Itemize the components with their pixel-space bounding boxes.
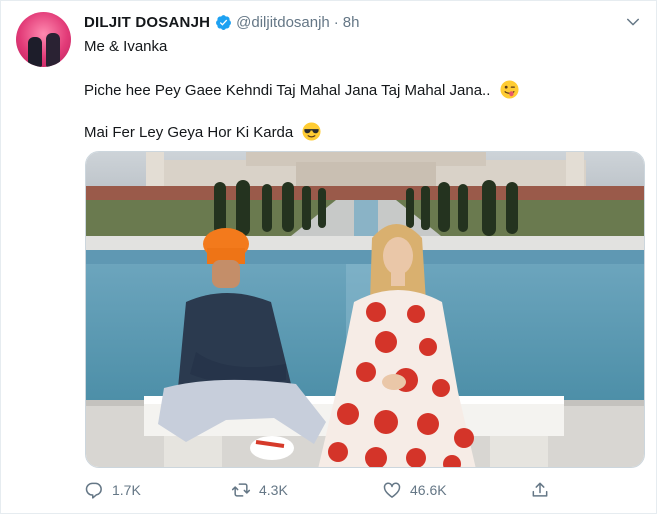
heart-icon	[383, 482, 401, 498]
author-handle[interactable]: @diljitdosanjh	[236, 14, 330, 31]
avatar-figure-right	[45, 33, 60, 67]
verified-badge-icon	[216, 15, 232, 30]
chevron-down-icon[interactable]	[624, 13, 642, 31]
winking-tongue-emoji	[500, 80, 519, 99]
reply-count: 1.7K	[112, 482, 141, 498]
tweet-photo[interactable]	[85, 151, 645, 468]
tweet-text: Mai Fer Ley Geya Hor Ki Karda	[84, 124, 294, 141]
tweet-text-line-3: Mai Fer Ley Geya Hor Ki Karda	[84, 122, 321, 141]
sunglasses-emoji	[302, 122, 321, 141]
reply-button[interactable]: 1.7K	[84, 478, 141, 502]
like-button[interactable]: 46.6K	[382, 478, 447, 502]
share-button[interactable]	[530, 478, 558, 502]
tweet-text-line-1: Me & Ivanka	[84, 38, 167, 55]
tweet-text: Piche hee Pey Gaee Kehndi Taj Mahal Jana…	[84, 82, 491, 99]
author-name[interactable]: DILJIT DOSANJH	[84, 14, 210, 31]
share-icon	[532, 482, 548, 497]
avatar[interactable]	[16, 12, 71, 67]
avatar-figure-left	[27, 37, 42, 67]
tweet-header: DILJIT DOSANJH @diljitdosanjh · 8h	[84, 14, 359, 31]
retweet-button[interactable]: 4.3K	[231, 478, 288, 502]
tweet-text-line-2: Piche hee Pey Gaee Kehndi Taj Mahal Jana…	[84, 80, 519, 99]
tweet-timestamp[interactable]: 8h	[343, 14, 360, 31]
reply-icon	[85, 482, 102, 499]
retweet-count: 4.3K	[259, 482, 288, 498]
tweet-actions: 1.7K 4.3K 46.6K	[84, 478, 554, 502]
photo-taj-mahal-scene	[86, 152, 644, 467]
retweet-icon	[231, 483, 251, 497]
like-count: 46.6K	[410, 482, 447, 498]
tweet-card[interactable]: DILJIT DOSANJH @diljitdosanjh · 8h Me & …	[0, 0, 657, 514]
separator-dot: ·	[333, 14, 339, 31]
tweet-text: Me & Ivanka	[84, 38, 168, 55]
